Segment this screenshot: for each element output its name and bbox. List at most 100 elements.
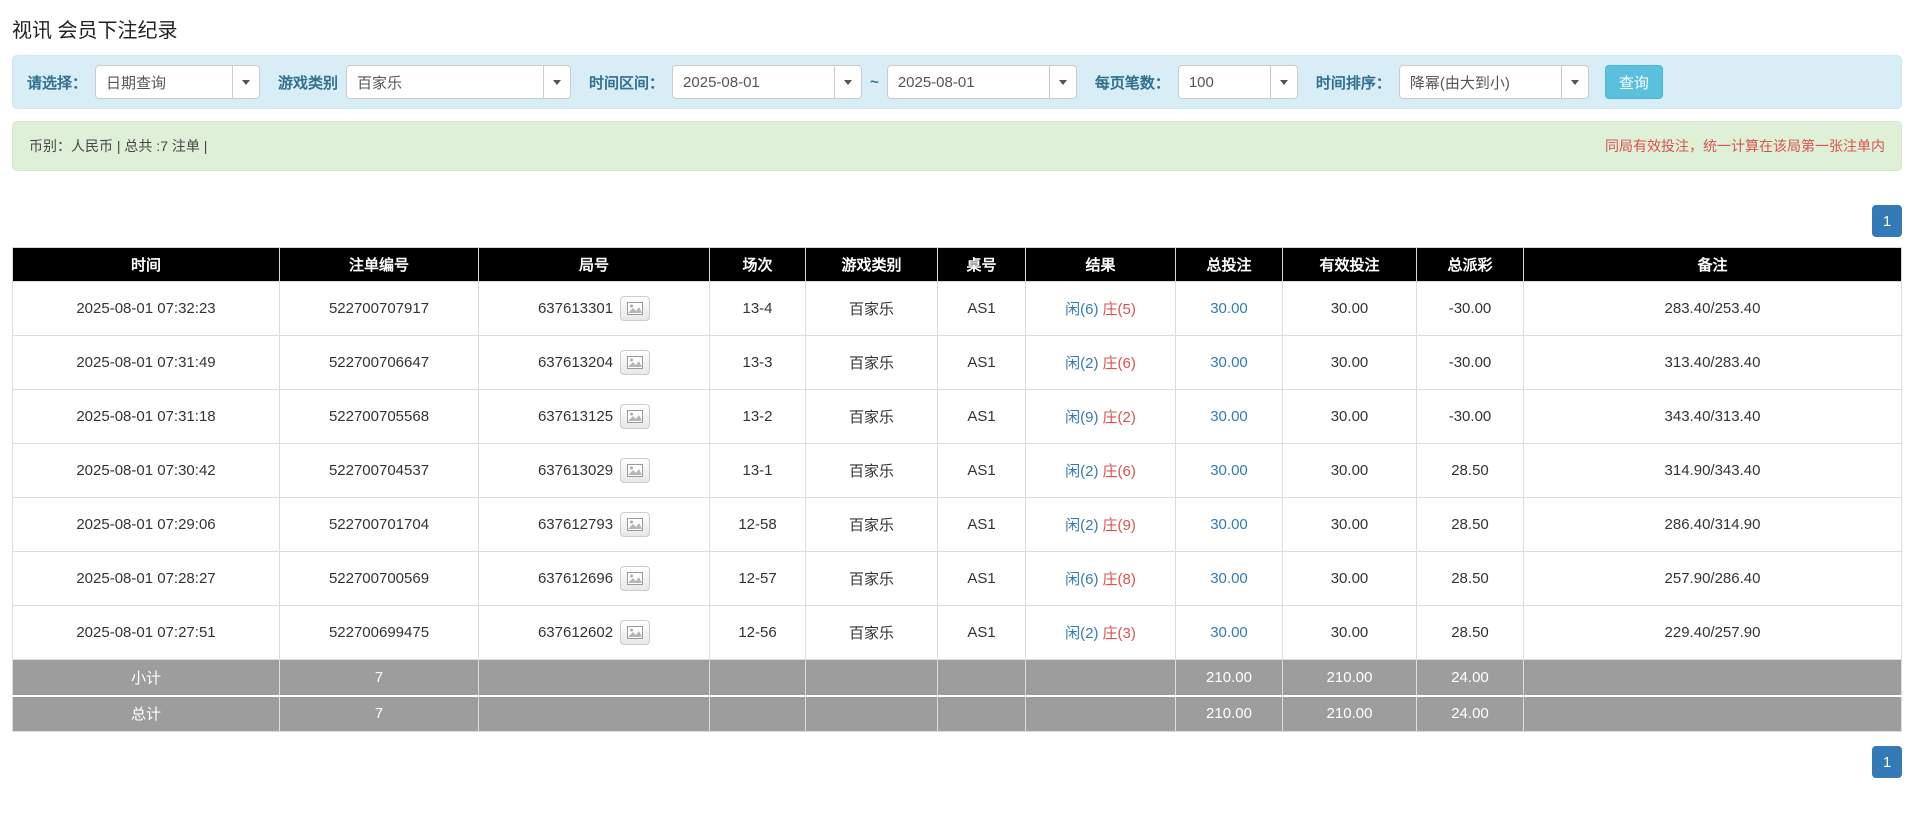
image-icon — [627, 518, 644, 531]
page-size-combo — [1177, 65, 1298, 99]
cell-total-bet: 30.00 — [1175, 551, 1283, 606]
date-to-combo — [886, 65, 1077, 99]
total-bet-link[interactable]: 30.00 — [1210, 300, 1248, 317]
page-number-button[interactable]: 1 — [1872, 205, 1902, 237]
search-button[interactable]: 查询 — [1604, 65, 1663, 99]
cell-bet-no: 522700699475 — [279, 605, 479, 660]
select-type-combo — [95, 65, 261, 99]
image-icon — [627, 356, 644, 369]
cell-table-no: AS1 — [937, 389, 1026, 444]
subtotal-empty-cell — [805, 659, 938, 696]
cell-table-no: AS1 — [937, 443, 1026, 498]
view-round-image-button[interactable] — [620, 404, 651, 429]
caret-down-icon — [242, 79, 251, 85]
round-number: 637612696 — [537, 570, 614, 587]
sort-order-dropdown-toggle[interactable] — [1560, 65, 1589, 99]
cell-session: 13-1 — [709, 443, 806, 498]
cell-bet-no: 522700704537 — [279, 443, 479, 498]
cell-session: 12-57 — [709, 551, 806, 606]
game-type-input[interactable] — [346, 65, 544, 99]
cell-remark: 283.40/253.40 — [1523, 281, 1902, 336]
select-type-input[interactable] — [95, 65, 233, 99]
subtotal-total-payout: 24.00 — [1416, 659, 1524, 696]
date-from-input[interactable] — [672, 65, 835, 99]
records-table: 时间 注单编号 局号 场次 游戏类别 桌号 结果 总投注 有效投注 总派彩 备注… — [12, 247, 1902, 732]
col-header-table-no: 桌号 — [937, 247, 1026, 282]
total-bet-link[interactable]: 30.00 — [1210, 408, 1248, 425]
cell-bet-no: 522700700569 — [279, 551, 479, 606]
cell-round-no: 637613029 — [478, 443, 710, 498]
cell-session: 12-58 — [709, 497, 806, 552]
result-player: 闲(9) — [1065, 409, 1099, 426]
cell-result: 闲(2) 庄(3) — [1025, 605, 1176, 660]
pagination-bottom: 1 — [12, 746, 1902, 778]
cell-game-type: 百家乐 — [805, 281, 938, 336]
view-round-image-button[interactable] — [620, 296, 651, 321]
cell-bet-no: 522700707917 — [279, 281, 479, 336]
select-type-dropdown-toggle[interactable] — [232, 65, 261, 99]
col-header-total-payout: 总派彩 — [1416, 247, 1524, 282]
total-bet-link[interactable]: 30.00 — [1210, 354, 1248, 371]
cell-game-type: 百家乐 — [805, 389, 938, 444]
time-range-label: 时间区间： — [589, 74, 665, 92]
cell-valid-bet: 30.00 — [1282, 605, 1417, 660]
cell-round-no: 637613301 — [478, 281, 710, 336]
result-banker: 庄(9) — [1102, 517, 1136, 534]
cell-game-type: 百家乐 — [805, 443, 938, 498]
game-type-dropdown-toggle[interactable] — [543, 65, 572, 99]
col-header-session: 场次 — [709, 247, 806, 282]
cell-game-type: 百家乐 — [805, 497, 938, 552]
sort-order-input[interactable] — [1398, 65, 1561, 99]
page-size-dropdown-toggle[interactable] — [1269, 65, 1298, 99]
total-bet-link[interactable]: 30.00 — [1210, 570, 1248, 587]
date-to-input[interactable] — [886, 65, 1049, 99]
cell-table-no: AS1 — [937, 605, 1026, 660]
game-type-label: 游戏类别 — [278, 74, 339, 92]
cell-result: 闲(9) 庄(2) — [1025, 389, 1176, 444]
total-bet-link[interactable]: 30.00 — [1210, 516, 1248, 533]
caret-down-icon — [553, 79, 562, 85]
view-round-image-button[interactable] — [620, 458, 651, 483]
result-banker: 庄(6) — [1102, 355, 1136, 372]
round-number: 637612793 — [537, 516, 614, 533]
select-type-label: 请选择： — [27, 74, 88, 92]
view-round-image-button[interactable] — [620, 620, 651, 645]
result-banker: 庄(5) — [1102, 301, 1136, 318]
cell-valid-bet: 30.00 — [1282, 497, 1417, 552]
valid-bet-notice: 同局有效投注，统一计算在该局第一张注单内 — [1605, 138, 1885, 154]
image-icon — [627, 464, 644, 477]
page-size-input[interactable] — [1177, 65, 1270, 99]
table-row: 2025-08-01 07:31:49 522700706647 6376132… — [12, 335, 1902, 390]
total-bet-link[interactable]: 30.00 — [1210, 462, 1248, 479]
cell-total-bet: 30.00 — [1175, 443, 1283, 498]
view-round-image-button[interactable] — [620, 512, 651, 537]
view-round-image-button[interactable] — [620, 350, 651, 375]
col-header-valid-bet: 有效投注 — [1282, 247, 1417, 282]
total-empty-cell — [709, 694, 806, 732]
cell-table-no: AS1 — [937, 335, 1026, 390]
subtotal-row: 小计 7 210.00 210.00 24.00 — [12, 659, 1902, 696]
page-size-label: 每页笔数： — [1094, 74, 1170, 92]
cell-time: 2025-08-01 07:29:06 — [12, 497, 280, 552]
cell-total-bet: 30.00 — [1175, 497, 1283, 552]
subtotal-valid-bet: 210.00 — [1282, 659, 1417, 696]
cell-session: 13-2 — [709, 389, 806, 444]
cell-valid-bet: 30.00 — [1282, 281, 1417, 336]
round-number: 637613029 — [537, 462, 614, 479]
total-label: 总计 — [12, 694, 280, 732]
view-round-image-button[interactable] — [620, 566, 651, 591]
cell-time: 2025-08-01 07:27:51 — [12, 605, 280, 660]
cell-total-payout: -30.00 — [1416, 335, 1524, 390]
subtotal-count: 7 — [279, 659, 479, 696]
total-empty-cell — [478, 694, 710, 732]
cell-result: 闲(2) 庄(6) — [1025, 443, 1176, 498]
round-number: 637612602 — [537, 624, 614, 641]
cell-game-type: 百家乐 — [805, 335, 938, 390]
date-to-dropdown-toggle[interactable] — [1048, 65, 1077, 99]
page-number-button[interactable]: 1 — [1872, 746, 1902, 778]
round-number: 637613301 — [537, 300, 614, 317]
date-from-dropdown-toggle[interactable] — [834, 65, 863, 99]
total-bet-link[interactable]: 30.00 — [1210, 624, 1248, 641]
cell-result: 闲(6) 庄(5) — [1025, 281, 1176, 336]
subtotal-empty-cell — [1025, 659, 1176, 696]
